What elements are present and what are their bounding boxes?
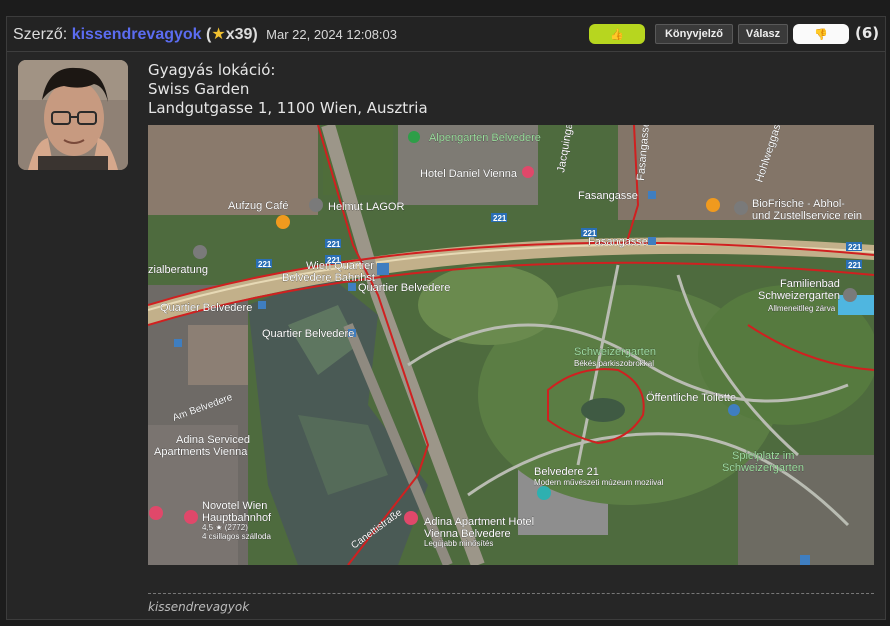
signature: kissendrevagyok: [148, 600, 250, 614]
map-label-schweizergarten: Schweizergarten: [574, 346, 656, 358]
map-label-fasangasse-top: Fasangasse: [578, 190, 638, 202]
quartier-stop-far-left-icon: [174, 339, 182, 347]
sozialberatung-pin-icon: [193, 245, 207, 259]
map-label-aufzug: Aufzug Café: [228, 200, 289, 212]
author-name-link[interactable]: kissendrevagyok: [72, 26, 202, 43]
route-221-shield-c: 221: [258, 260, 272, 269]
map-label-biofrische-1: BioFrische - Abhol-: [752, 198, 845, 210]
forum-post: Szerző: kissendrevagyok (★x39) Mar 22, 2…: [6, 16, 886, 620]
signature-divider: [148, 593, 874, 594]
biofrische-store-pin-icon: [734, 201, 748, 215]
post-date: Mar 22, 2024 12:08:03: [266, 27, 397, 42]
map-label-spielplatz-2: Schweizergarten: [722, 462, 804, 474]
map-label-familienbad-2: Schweizergarten: [758, 290, 840, 302]
fasangasse-stop-top-icon: [648, 191, 656, 199]
biofrische-pin-icon: [706, 198, 720, 212]
map-label-toilette: Öffentliche Toilette: [646, 392, 736, 404]
author-prefix: Szerző:: [13, 26, 68, 43]
map-label-belvedere21: Belvedere 21: [534, 466, 599, 478]
map-label-sozialberatung: zialberatung: [148, 264, 208, 276]
toilet-pin-icon: [728, 404, 740, 416]
map-label-adina-2: Apartments Vienna: [154, 446, 248, 458]
map-label-novotel-3: 4,5 ★ (2772): [202, 523, 248, 532]
map-label-alpengarten: Alpengarten Belvedere: [429, 132, 541, 144]
quartier-stop-mid-icon: [348, 283, 356, 291]
map-label-helmut: Helmut LAGOR: [328, 201, 404, 213]
map-label-adina-1: Adina Serviced: [176, 434, 250, 446]
familienbad-pin-icon: [843, 288, 857, 302]
map-label-schweizergarten-sub: Békés parkiszobrokkal: [574, 359, 654, 368]
train-station-icon: [377, 263, 389, 275]
bus-stop-bottom-right-icon: [800, 555, 810, 565]
map-label-spielplatz-1: Spielplatz im: [732, 450, 794, 462]
rank-value: x39: [225, 26, 253, 43]
route-221-shield-a: 221: [493, 214, 507, 223]
belvedere21-pin-icon: [537, 486, 551, 500]
post-body: Gyagyás lokáció: Swiss Garden Landgutgas…: [148, 61, 874, 118]
map-label-belvedere21-sub: Modern művészeti múzeum moziival: [534, 478, 664, 487]
post-header: Szerző: kissendrevagyok (★x39) Mar 22, 2…: [7, 17, 885, 52]
map-label-adina-apt-3: Legújabb minősítés: [424, 539, 493, 548]
bookmark-button[interactable]: Könyvjelző: [655, 24, 733, 44]
helmut-lagor-pin-icon: [309, 198, 323, 212]
post-line-address: Landgutgasse 1, 1100 Wien, Ausztria: [148, 99, 428, 117]
map-label-hotel-daniel: Hotel Daniel Vienna: [420, 168, 518, 180]
author-line: Szerző: kissendrevagyok (★x39) Mar 22, 2…: [13, 24, 397, 44]
aufzug-cafe-pin-icon: [276, 215, 290, 229]
map-label-novotel-4: 4 csillagos szálloda: [202, 532, 271, 541]
hotel-daniel-pin-icon: [522, 166, 534, 178]
map-label-adina-apt-1: Adina Apartment Hotel: [424, 516, 534, 528]
post-line-place-name: Swiss Garden: [148, 80, 250, 98]
route-221-shield-d: 221: [327, 240, 341, 249]
alpengarten-pin-icon: [408, 131, 420, 143]
post-line-location-label: Gyagyás lokáció:: [148, 61, 276, 79]
novotel-left-pin-icon: [149, 506, 163, 520]
quartier-stop-left-icon: [258, 301, 266, 309]
like-count: (6): [855, 24, 880, 42]
map-label-novotel-1: Novotel Wien: [202, 500, 267, 512]
map-image[interactable]: 221 221 221 221 221 221 221 Alpengarten …: [148, 125, 874, 565]
dislike-button[interactable]: 👎: [793, 24, 849, 44]
like-button[interactable]: 👍: [589, 24, 645, 44]
route-221-shield-g: 221: [848, 261, 862, 270]
map-label-quartier-1: Quartier Belvedere: [358, 282, 450, 294]
route-221-shield-f: 221: [848, 243, 862, 252]
fasangasse-stop-mid-icon: [648, 237, 656, 245]
rank-close: ): [252, 26, 258, 43]
map-label-quartier-2: Quartier Belvedere: [160, 302, 252, 314]
map-label-quartier-3: Quartier Belvedere: [262, 328, 354, 340]
map-label-fasangasse-mid: Fasangasse: [588, 236, 648, 248]
avatar[interactable]: [18, 60, 128, 170]
novotel-pin-icon: [184, 510, 198, 524]
adina-apt-pin-icon: [404, 511, 418, 525]
reply-button[interactable]: Válasz: [738, 24, 788, 44]
thumbs-up-icon: 👍: [610, 28, 624, 41]
thumbs-down-icon: 👎: [814, 28, 828, 41]
map-label-biofrische-2: und Zustellservice rein: [752, 210, 862, 222]
map-label-familienbad-1: Familienbad: [780, 278, 840, 290]
map-label-familienbad-3: Allmeneitlleg zárva: [768, 304, 836, 313]
star-icon: ★: [211, 26, 226, 43]
map-label-wien-quartier-1: Wien Quartier: [306, 260, 374, 272]
